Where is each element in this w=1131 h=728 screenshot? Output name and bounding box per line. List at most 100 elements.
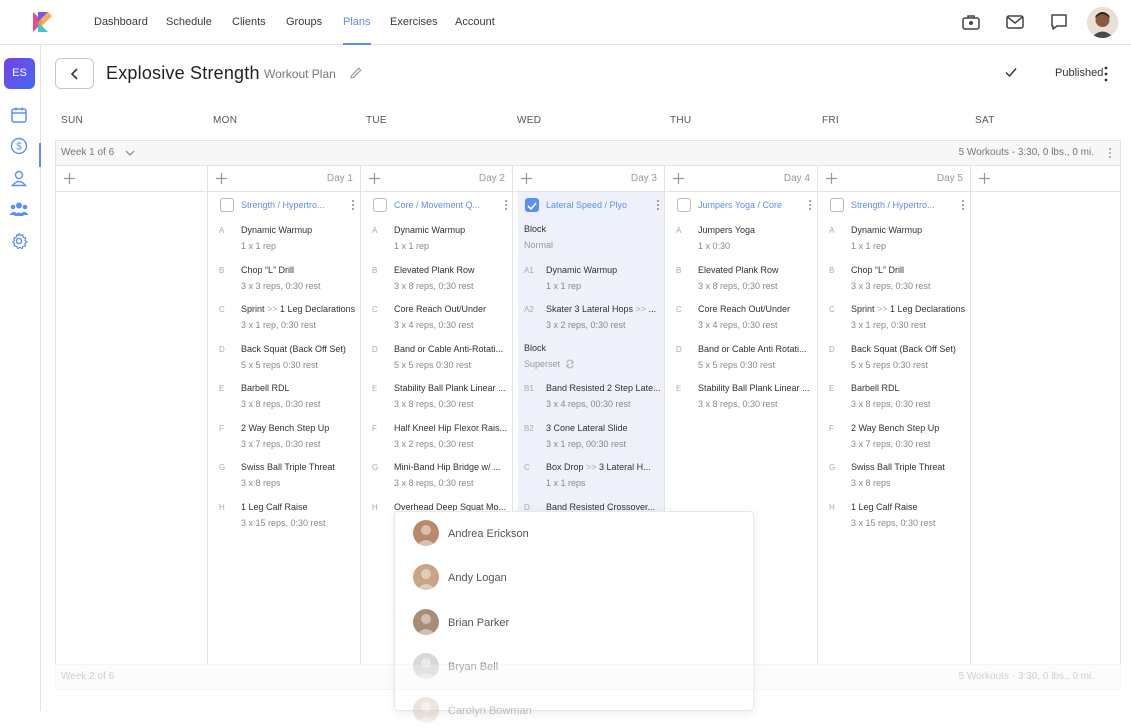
workout-more-icon[interactable] (656, 199, 660, 211)
user-avatar[interactable] (1087, 7, 1118, 38)
workout-checkbox[interactable] (525, 198, 539, 212)
exercise-item[interactable]: G Mini-Band Hip Bridge w/ ... 3 x 8 reps, … (366, 457, 512, 495)
nav-account[interactable]: Account (455, 0, 495, 45)
exercise-item[interactable]: G Swiss Ball Triple Threat 3 x 8 reps (823, 457, 969, 495)
add-workout-icon[interactable] (520, 172, 533, 185)
exercise-item[interactable]: E Stability Ball Plank Linear ... 3 x 8 re… (366, 378, 512, 416)
exercise-item[interactable]: E Barbell RDL 3 x 8 reps, 0:30 rest (213, 378, 359, 416)
plan-badge[interactable]: ES (4, 58, 35, 89)
exercise-name-part: Stability Ball Plank Linear ... (394, 383, 506, 393)
more-options-icon[interactable] (1103, 65, 1109, 83)
exercise-name-part: 1 Leg Calf Raise (241, 501, 308, 512)
exercise-item[interactable]: G Swiss Ball Triple Threat 3 x 8 reps (213, 457, 359, 495)
block-type: Normal (524, 240, 554, 250)
workout-more-icon[interactable] (351, 199, 355, 211)
workout-checkbox[interactable] (830, 198, 844, 212)
workout-title[interactable]: Jumpers Yoga / Core (698, 200, 798, 210)
group-icon[interactable] (9, 200, 29, 218)
workout-title[interactable]: Lateral Speed / Plyo (546, 200, 646, 210)
workout-card[interactable]: Strength / Hypertro... A Dynamic Warmup 1 x… (213, 192, 359, 664)
add-workout-icon[interactable] (672, 172, 685, 185)
nav-clients[interactable]: Clients (232, 0, 266, 45)
workout-checkbox[interactable] (373, 198, 387, 212)
exercise-item[interactable]: H 1 Leg Calf Raise 3 x 15 reps, 0:30 rest (213, 497, 359, 535)
exercise-item[interactable]: E Barbell RDL 3 x 8 reps, 0:30 rest (823, 378, 969, 416)
exercise-item[interactable]: A Dynamic Warmup 1 x 1 rep (366, 220, 512, 258)
nav-plans[interactable]: Plans (343, 0, 371, 45)
nav-dashboard[interactable]: Dashboard (94, 0, 148, 45)
exercise-name-part: Chop “L” Drill (851, 264, 905, 275)
chevron-down-icon[interactable] (124, 147, 136, 159)
calendar-icon[interactable] (10, 106, 28, 124)
exercise-item[interactable]: B Chop “L” Drill 3 x 3 reps, 0:30 rest (213, 260, 359, 298)
exercise-item[interactable]: D Band or Cable Anti Rotati... 5 x 5 reps … (670, 339, 816, 377)
workout-checkbox[interactable] (220, 198, 234, 212)
exercise-item[interactable]: B Elevated Plank Row 3 x 8 reps, 0:30 rest (670, 260, 816, 298)
exercise-item[interactable]: E Stability Ball Plank Linear ... 3 x 8 re… (670, 378, 816, 416)
exercise-item[interactable]: C Sprint >> 1 Leg Declarations 3 x 1 rep, … (823, 299, 969, 337)
exercise-block[interactable]: Block Superset (518, 339, 664, 377)
exercise-item[interactable]: D Back Squat (Back Off Set) 5 x 5 reps 0:3… (213, 339, 359, 377)
exercise-item[interactable]: A Jumpers Yoga 1 x 0:30 (670, 220, 816, 258)
exercise-item[interactable]: H 1 Leg Calf Raise 3 x 15 reps, 0:30 rest (823, 497, 969, 535)
week-2-header[interactable]: Week 2 of 6 5 Workouts - 3:30, 0 lbs., 0 … (41, 664, 1131, 711)
client-option[interactable]: Andy Logan (413, 564, 713, 594)
exercise-block[interactable]: Block Normal (518, 220, 664, 258)
workout-title[interactable]: Core / Movement Q... (394, 200, 494, 210)
exercise-item[interactable]: B Elevated Plank Row 3 x 8 reps, 0:30 rest (366, 260, 512, 298)
client-option[interactable]: Brian Parker (413, 608, 713, 639)
publish-status[interactable]: Published (1055, 67, 1103, 79)
add-workout-icon[interactable] (978, 172, 991, 185)
workout-title[interactable]: Strength / Hypertro... (241, 200, 341, 210)
exercise-item[interactable]: C Core Reach Out/Under 3 x 4 reps, 0:30 re… (366, 299, 512, 337)
exercise-item[interactable]: A2 Skater 3 Lateral Hops >> ... 3 x 2 reps… (518, 299, 664, 337)
exercise-item[interactable]: F 2 Way Bench Step Up 3 x 7 reps, 0:30 res… (213, 418, 359, 456)
workout-more-icon[interactable] (504, 199, 508, 211)
exercise-item[interactable]: C Core Reach Out/Under 3 x 4 reps, 0:30 re… (670, 299, 816, 337)
person-icon[interactable] (10, 169, 28, 187)
add-workout-icon[interactable] (825, 172, 838, 185)
exercise-item[interactable]: F 2 Way Bench Step Up 3 x 7 reps, 0:30 res… (823, 418, 969, 456)
add-workout-icon[interactable] (63, 172, 76, 185)
exercise-item[interactable]: B1 Band Resisted 2 Step Late... 3 x 4 reps… (518, 378, 664, 416)
exercise-item[interactable]: C Sprint >> 1 Leg Declarations 3 x 1 rep, … (213, 299, 359, 337)
workout-card[interactable]: Strength / Hypertro... A Dynamic Warmup 1 x… (823, 192, 969, 664)
exercise-item[interactable]: F Half Kneel Hip Flexor Rais... 3 x 2 reps… (366, 418, 512, 456)
workout-more-icon[interactable] (808, 199, 812, 211)
exercise-letter: D (219, 344, 225, 354)
workout-more-icon[interactable] (961, 199, 965, 211)
exercise-letter: A (829, 226, 835, 235)
exercise-item[interactable]: B2 3 Cone Lateral Slide 3 x 1 rep, 00:30 r… (518, 418, 664, 456)
exercise-name-part: 2 Way Bench Step Up (241, 422, 330, 433)
exercise-item[interactable]: A Dynamic Warmup 1 x 1 rep (213, 220, 359, 258)
exercise-letter: H (372, 502, 378, 512)
nav-exercises[interactable]: Exercises (390, 0, 438, 45)
exercise-item[interactable]: A1 Dynamic Warmup 1 x 1 rep (518, 260, 664, 298)
settings-icon[interactable] (10, 232, 28, 250)
workout-checkbox[interactable] (677, 198, 691, 212)
exercise-item[interactable]: D Back Squat (Back Off Set) 5 x 5 reps 0:3… (823, 339, 969, 377)
exercise-detail: 3 x 4 reps, 0:30 rest (698, 320, 778, 330)
nav-groups[interactable]: Groups (286, 0, 322, 45)
add-workout-icon[interactable] (215, 172, 228, 185)
workout-title[interactable]: Strength / Hypertro... (851, 200, 951, 210)
nav-schedule[interactable]: Schedule (166, 0, 212, 45)
exercise-item[interactable]: C Box Drop >> 3 Lateral H... 1 x 1 reps (518, 457, 664, 495)
exercise-letter: B1 (524, 384, 534, 393)
back-button[interactable] (55, 58, 94, 89)
exercise-item[interactable]: A Dynamic Warmup 1 x 1 rep (823, 220, 969, 258)
exercise-item[interactable]: D Band or Cable Anti-Rotati... 5 x 5 reps … (366, 339, 512, 377)
exercise-name-part: Overhead Deep Squat Mo... (394, 501, 507, 512)
dollar-icon[interactable]: $ (10, 137, 28, 155)
add-workout-icon[interactable] (368, 172, 381, 185)
briefcase-icon[interactable] (961, 12, 981, 32)
app-logo[interactable] (30, 10, 54, 34)
mail-icon[interactable] (1005, 12, 1025, 32)
exercise-item[interactable]: B Chop “L” Drill 3 x 3 reps, 0:30 rest (823, 260, 969, 298)
week-more-icon[interactable] (1108, 147, 1112, 159)
client-option[interactable]: Andrea Erickson (413, 520, 713, 550)
chat-icon[interactable] (1049, 12, 1069, 32)
edit-icon[interactable] (349, 66, 363, 80)
week-header[interactable]: Week 1 of 6 5 Workouts - 3:30, 0 lbs., 0… (55, 140, 1121, 166)
block-label: Block (524, 342, 547, 353)
